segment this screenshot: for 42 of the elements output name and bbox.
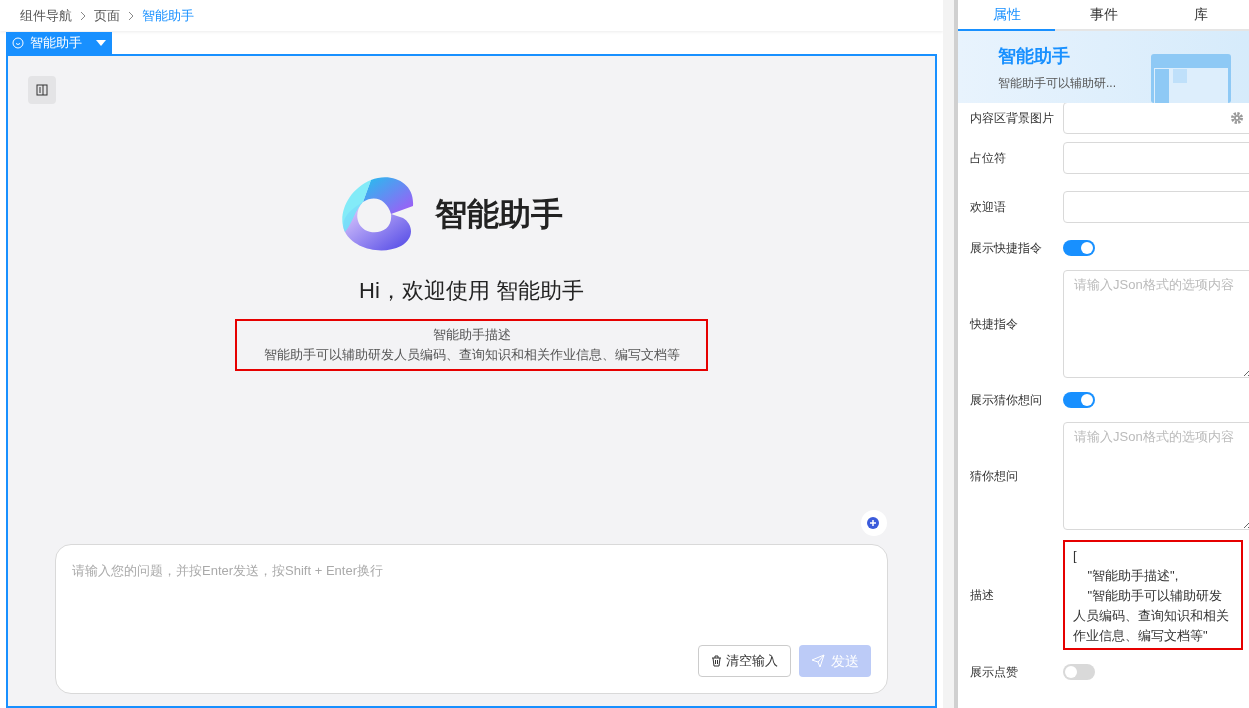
- property-label: 占位符: [970, 149, 1007, 167]
- toggle-switch[interactable]: [1063, 240, 1095, 256]
- settings-icon: [1230, 111, 1244, 125]
- panel-tab[interactable]: 事件: [1055, 0, 1152, 29]
- text-input[interactable]: [1063, 102, 1249, 134]
- property-label: 展示猜你想问: [970, 392, 1043, 409]
- property-label: 猜你想问: [970, 468, 1019, 485]
- property-label: 展示快捷指令: [970, 240, 1043, 257]
- banner-subtitle: 智能助手可以辅助研...: [998, 75, 1116, 92]
- text-input[interactable]: [1063, 190, 1249, 223]
- splitter-bar[interactable]: [943, 0, 958, 708]
- property-label: 展示点赞: [970, 664, 1019, 681]
- paper-plane-icon: [811, 654, 825, 668]
- json-textarea[interactable]: 请输入JSon格式的选项内容: [1063, 270, 1249, 378]
- clear-input-button[interactable]: 清空输入: [698, 645, 791, 677]
- panel-icon: [36, 84, 48, 96]
- trash-icon: [711, 655, 722, 667]
- toggle-switch[interactable]: [1063, 392, 1095, 408]
- description-textarea[interactable]: [ "智能助手描述", "智能助手可以辅助研发人员编码、查询知识和相关作业信息、编写文档等": [1063, 540, 1243, 650]
- chat-icon: [12, 37, 24, 49]
- property-label: 描述: [970, 587, 995, 604]
- assistant-title: 智能助手: [434, 195, 563, 234]
- question-input[interactable]: 请输入您的问题，并按Enter发送，按Shift + Enter换行: [72, 561, 871, 645]
- property-label: 快捷指令: [970, 316, 1019, 333]
- chevron-icon: [80, 10, 86, 21]
- toggle-switch[interactable]: [1063, 664, 1095, 680]
- property-label: 欢迎语: [970, 198, 1007, 216]
- breadcrumb-link[interactable]: 页面: [94, 5, 120, 26]
- caret-icon: [96, 40, 106, 46]
- chevron-icon: [128, 10, 134, 21]
- panel-tab[interactable]: 库: [1152, 0, 1249, 29]
- new-chat-button[interactable]: [861, 510, 887, 536]
- json-textarea[interactable]: 请输入JSon格式的选项内容: [1063, 422, 1249, 530]
- banner-title: 智能助手: [998, 45, 1071, 68]
- logo-icon: [340, 176, 415, 252]
- sidebar-toggle-button[interactable]: [28, 76, 56, 104]
- text-input[interactable]: [1063, 141, 1249, 174]
- description-text: 智能助手描述 智能助手可以辅助研发人员编码、查询知识和相关作业信息、编写文档等: [235, 319, 708, 371]
- chat-plus-icon: [866, 515, 882, 531]
- breadcrumb-link[interactable]: 组件导航: [20, 5, 72, 26]
- property-label: 内容区背景图片: [970, 110, 1055, 127]
- welcome-heading: Hi，欢迎使用 智能助手: [359, 277, 584, 305]
